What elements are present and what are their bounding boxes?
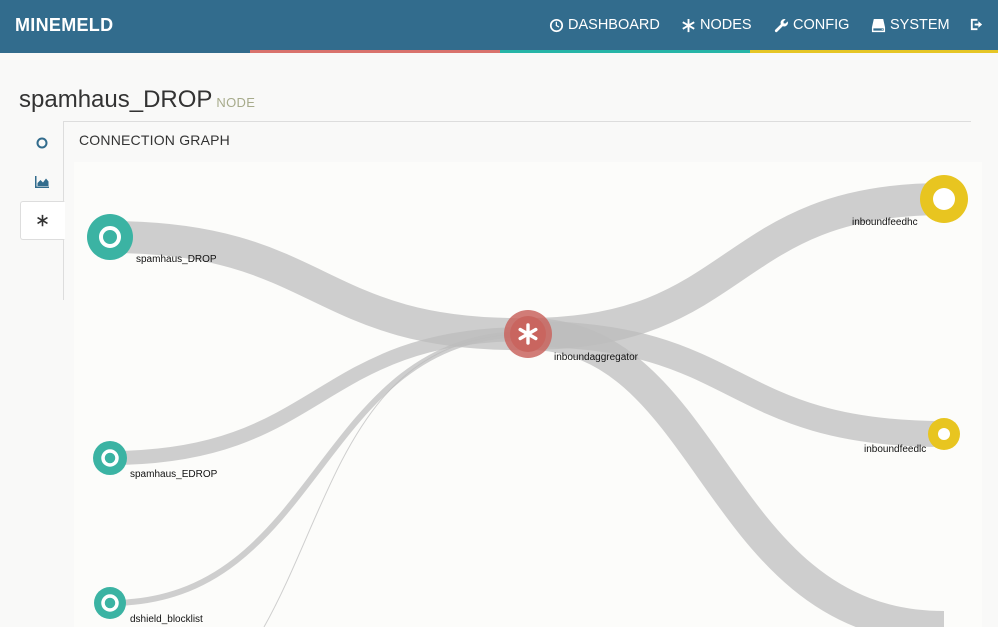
node-label-inboundfeedlc: inboundfeedlc: [864, 444, 926, 455]
tab-graph[interactable]: [20, 201, 65, 240]
connection-graph-svg: spamhaus_DROP spamhaus_EDROP dshield_blo…: [87, 175, 968, 627]
area-chart-icon: [35, 175, 49, 188]
link-spamhaus-edrop-to-aggregator: [109, 327, 529, 465]
nav-system-label: SYSTEM: [890, 17, 950, 33]
hdd-icon: [871, 18, 886, 32]
node-label-inboundaggregator: inboundaggregator: [554, 352, 639, 363]
page-title: spamhaus_DROP NODE: [19, 86, 255, 114]
page-title-text: spamhaus_DROP: [19, 86, 213, 113]
nav-stripe-teal: [500, 50, 750, 53]
logout-icon: [970, 18, 983, 31]
page-subtitle: NODE: [216, 95, 256, 110]
panel-title: CONNECTION GRAPH: [79, 132, 230, 148]
node-dshield-blocklist[interactable]: dshield_blocklist: [94, 587, 203, 625]
node-label-inboundfeedhc: inboundfeedhc: [852, 217, 918, 228]
nav-config-label: CONFIG: [793, 17, 850, 33]
brand-logo[interactable]: MINEMELD: [15, 15, 113, 36]
tab-stats[interactable]: [20, 162, 64, 201]
nav-system[interactable]: SYSTEM: [871, 17, 950, 33]
tab-info[interactable]: [20, 123, 64, 162]
link-spamhaus-drop-to-aggregator: [109, 221, 529, 351]
circle-icon: [36, 137, 48, 148]
nav-dashboard-label: DASHBOARD: [568, 17, 660, 33]
dashboard-icon: [549, 18, 564, 32]
panel-divider: [64, 121, 971, 122]
node-label-dshield-blocklist: dshield_blocklist: [130, 614, 203, 625]
nav-nodes-label: NODES: [700, 17, 752, 33]
nav-nodes[interactable]: NODES: [681, 17, 752, 33]
node-label-spamhaus-edrop: spamhaus_EDROP: [130, 469, 218, 480]
nav-stripe-red: [250, 50, 500, 53]
nav-dashboard[interactable]: DASHBOARD: [549, 17, 660, 33]
wrench-icon: [774, 18, 788, 32]
top-navbar: MINEMELD DASHBOARD NODES CONFIG SYSTEM: [0, 0, 998, 53]
connection-graph[interactable]: spamhaus_DROP spamhaus_EDROP dshield_blo…: [74, 162, 982, 627]
nav-config[interactable]: CONFIG: [774, 17, 849, 33]
nav-logout[interactable]: [969, 17, 984, 32]
asterisk-icon: [37, 214, 48, 227]
nav-stripe-yellow: [750, 50, 998, 53]
asterisk-icon: [682, 18, 695, 32]
node-tabs: [20, 121, 65, 300]
node-label-spamhaus-drop: spamhaus_DROP: [136, 254, 217, 265]
